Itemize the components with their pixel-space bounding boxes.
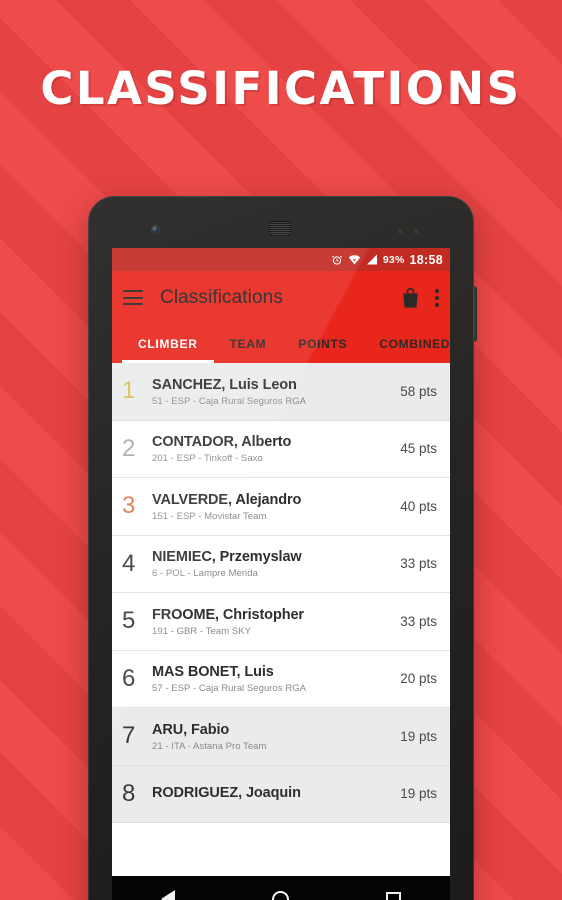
table-row[interactable]: 6 MAS BONET, Luis 57 - ESP - Caja Rural … — [112, 650, 450, 708]
rider-points: 19 pts — [400, 728, 437, 744]
rank-number: 7 — [122, 722, 136, 750]
rank-number: 5 — [122, 607, 136, 635]
rider-info: RODRIGUEZ, Joaquin — [152, 784, 392, 804]
rank-number: 1 — [122, 377, 136, 405]
rider-name: FROOME, Christopher — [152, 606, 304, 623]
rider-meta: 191 - GBR - Team SKY — [152, 625, 252, 637]
overflow-menu-icon[interactable] — [435, 288, 439, 307]
home-circle-icon — [272, 890, 290, 900]
tab-points[interactable]: POINTS — [282, 324, 363, 363]
rider-points: 33 pts — [400, 556, 437, 572]
table-row[interactable]: 2 CONTADOR, Alberto 201 - ESP - Tinkoff … — [112, 420, 450, 478]
nav-back-button[interactable] — [138, 890, 198, 900]
table-row[interactable]: 3 VALVERDE, Alejandro 151 - ESP - Movist… — [112, 478, 450, 536]
rider-meta: 21 - ITA - Astana Pro Team — [152, 740, 267, 752]
page-title: Classifications — [160, 286, 283, 308]
power-button[interactable] — [473, 286, 477, 342]
table-row[interactable]: 8 RODRIGUEZ, Joaquin 19 pts — [112, 765, 450, 823]
earpiece-speaker-icon — [269, 221, 291, 237]
front-camera-icon — [152, 226, 159, 233]
rider-name: MAS BONET, Luis — [152, 664, 274, 681]
tab-team[interactable]: TEAM — [214, 324, 283, 363]
rider-points: 19 pts — [400, 786, 437, 802]
alarm-clock-icon — [331, 254, 343, 266]
rider-info: CONTADOR, Alberto 201 - ESP - Tinkoff - … — [152, 433, 392, 464]
rider-name: CONTADOR, Alberto — [152, 434, 292, 451]
app-bar: Classifications — [112, 271, 450, 324]
status-bar: 93% 18:58 — [112, 248, 450, 271]
rank-number: 4 — [122, 549, 136, 577]
table-row[interactable]: 7 ARU, Fabio 21 - ITA - Astana Pro Team … — [112, 708, 450, 766]
rank-number: 2 — [122, 434, 136, 462]
table-row[interactable]: 5 FROOME, Christopher 191 - GBR - Team S… — [112, 593, 450, 651]
rider-points: 45 pts — [400, 441, 437, 457]
light-sensor-icon — [414, 229, 419, 234]
nav-home-button[interactable] — [251, 890, 311, 900]
android-nav-bar — [112, 876, 450, 900]
nav-recents-button[interactable] — [364, 891, 424, 900]
proximity-sensor-icon — [398, 229, 403, 234]
rider-points: 58 pts — [400, 383, 437, 399]
recents-square-icon — [386, 891, 402, 900]
rider-info: VALVERDE, Alejandro 151 - ESP - Movistar… — [152, 491, 392, 522]
battery-percent: 93% — [382, 253, 405, 266]
phone-screen: 93% 18:58 Classifications CLIMBER TEAM P… — [112, 248, 450, 876]
rider-points: 33 pts — [400, 613, 437, 629]
rider-points: 40 pts — [400, 498, 437, 514]
rider-meta: 57 - ESP - Caja Rural Seguros RGA — [152, 683, 307, 695]
tab-bar: CLIMBER TEAM POINTS COMBINED — [112, 324, 450, 363]
rider-name: ARU, Fabio — [152, 721, 230, 738]
hamburger-menu-icon[interactable] — [123, 290, 143, 305]
rider-info: MAS BONET, Luis 57 - ESP - Caja Rural Se… — [152, 663, 392, 694]
poster-heading: CLASSIFICATIONS — [40, 62, 522, 115]
rank-number: 8 — [122, 779, 136, 807]
rider-info: ARU, Fabio 21 - ITA - Astana Pro Team — [152, 721, 392, 752]
phone-device: 93% 18:58 Classifications CLIMBER TEAM P… — [88, 196, 477, 900]
rider-name: NIEMIEC, Przemyslaw — [152, 549, 302, 566]
rider-meta: 201 - ESP - Tinkoff - Saxo — [152, 453, 263, 465]
rider-name: VALVERDE, Alejandro — [152, 491, 302, 508]
rider-meta: 51 - ESP - Caja Rural Seguros RGA — [152, 395, 307, 407]
table-row[interactable]: 1 SANCHEZ, Luis Leon 51 - ESP - Caja Rur… — [112, 363, 450, 421]
rider-points: 20 pts — [400, 671, 437, 687]
rider-info: SANCHEZ, Luis Leon 51 - ESP - Caja Rural… — [152, 376, 392, 407]
classification-list: 1 SANCHEZ, Luis Leon 51 - ESP - Caja Rur… — [112, 363, 450, 823]
signal-bars-icon — [366, 254, 378, 265]
table-row[interactable]: 4 NIEMIEC, Przemyslaw 6 - POL - Lampre M… — [112, 535, 450, 593]
tab-climber[interactable]: CLIMBER — [122, 324, 214, 363]
rider-info: NIEMIEC, Przemyslaw 6 - POL - Lampre Mer… — [152, 548, 392, 579]
status-clock: 18:58 — [409, 252, 443, 267]
tab-combined[interactable]: COMBINED — [363, 324, 450, 363]
rider-name: SANCHEZ, Luis Leon — [152, 376, 297, 393]
rider-info: FROOME, Christopher 191 - GBR - Team SKY — [152, 606, 392, 637]
rider-meta: 6 - POL - Lampre Merida — [152, 568, 258, 580]
rider-meta: 151 - ESP - Movistar Team — [152, 510, 267, 522]
shopping-bag-icon[interactable] — [400, 287, 421, 309]
wifi-icon — [348, 254, 361, 265]
rider-name: RODRIGUEZ, Joaquin — [152, 784, 301, 801]
back-triangle-icon — [161, 890, 176, 900]
rank-number: 3 — [122, 492, 136, 520]
rank-number: 6 — [122, 664, 136, 692]
